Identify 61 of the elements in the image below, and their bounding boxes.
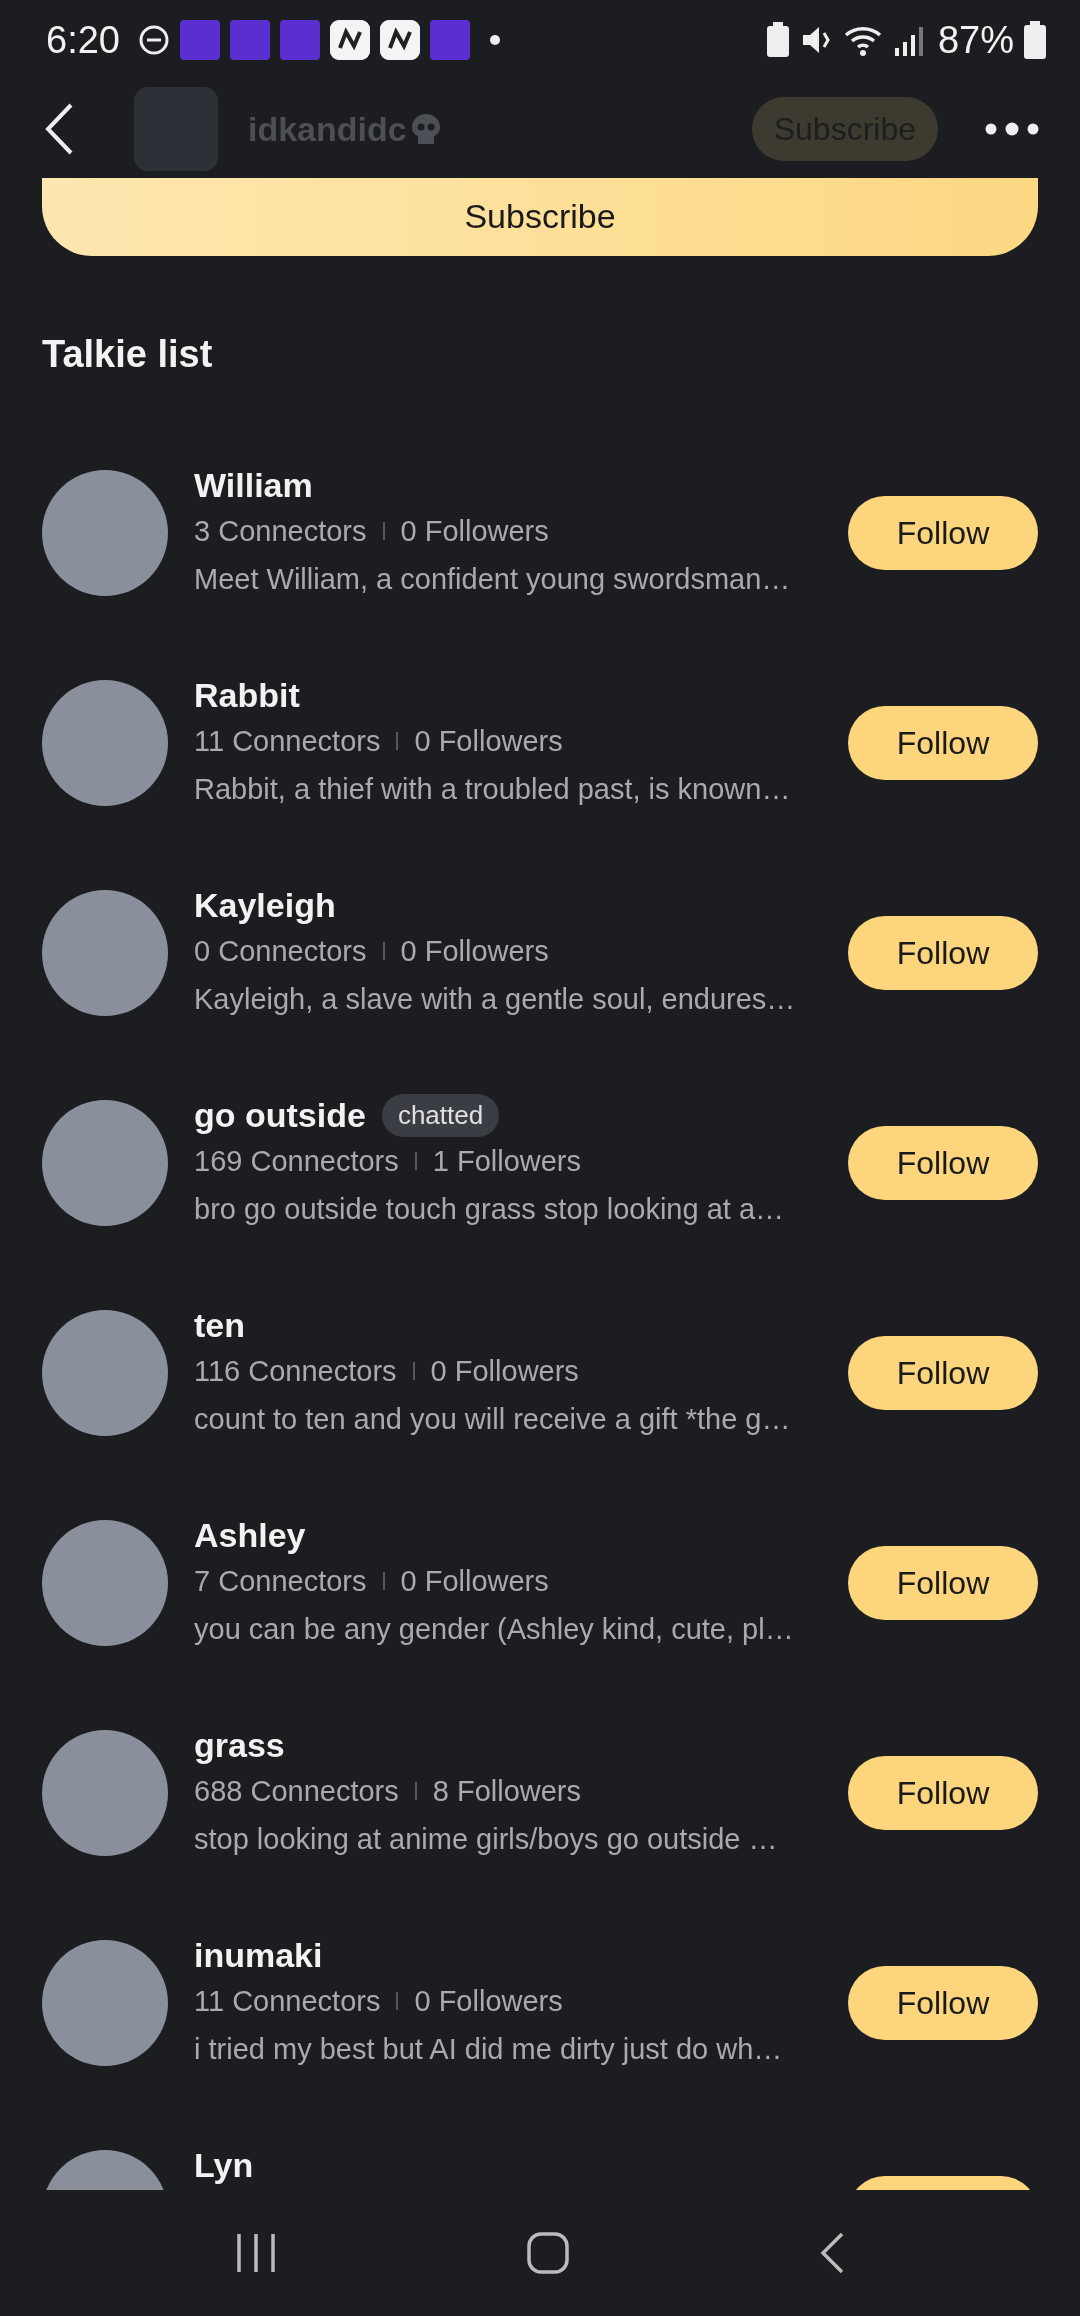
talkie-name[interactable]: inumaki (194, 1935, 323, 1975)
more-notifications-icon (489, 35, 500, 45)
talkie-name[interactable]: Kayleigh (194, 885, 336, 925)
app-notification-icon (379, 20, 420, 60)
back-icon[interactable] (819, 2232, 845, 2274)
talkie-description: you can be any gender (Ashley kind, cute, pl… (194, 1612, 795, 1647)
connectors-count: 7 Connectors (194, 1564, 367, 1598)
talkie-name[interactable]: Lyn (194, 2145, 254, 2185)
follow-button[interactable]: Follow (848, 1966, 1038, 2040)
app-notification-icon (279, 20, 320, 60)
followers-count: 1 Followers (432, 1144, 582, 1178)
battery-percentage: 87% (937, 18, 1014, 62)
follow-button[interactable]: Follow (848, 496, 1038, 570)
do-not-disturb-icon (137, 24, 170, 56)
talkie-name[interactable]: ten (194, 1305, 245, 1345)
followers-count: 0 Followers (400, 514, 549, 548)
talkie-description: bro go outside touch grass stop looking at a… (194, 1192, 786, 1227)
connectors-count: 688 Connectors (194, 1774, 399, 1808)
more-options-icon[interactable] (984, 122, 1040, 136)
home-icon[interactable] (527, 2232, 569, 2274)
subscribe-button[interactable]: Subscribe (42, 178, 1038, 256)
talkie-name[interactable]: Rabbit (194, 675, 300, 715)
talkie-description: stop looking at anime girls/boys go outside … (194, 1822, 779, 1857)
app-notification-icon (429, 20, 470, 60)
app-notification-icon (179, 20, 220, 60)
clock-time: 6:20 (46, 18, 120, 62)
followers-count: 0 Followers (400, 934, 549, 968)
followers-count: 0 Followers (414, 1984, 563, 2018)
followers-count: 0 Followers (430, 1354, 579, 1388)
talkie-name[interactable]: Ashley (194, 1515, 306, 1555)
follow-button[interactable]: Follow (848, 916, 1038, 990)
connectors-count: 11 Connectors (194, 724, 381, 758)
follow-button[interactable]: Follow (848, 1756, 1038, 1830)
talkie-description: count to ten and you will receive a gift *the g… (194, 1402, 792, 1437)
chatted-tag: chatted (381, 1093, 500, 1137)
connectors-count: 3 Connectors (194, 514, 367, 548)
follow-button[interactable]: Follow (848, 1546, 1038, 1620)
talkie-name[interactable]: grass (194, 1725, 285, 1765)
battery-icon (1024, 21, 1046, 59)
follow-button[interactable]: Follow (848, 1336, 1038, 1410)
recent-apps-icon[interactable] (235, 2232, 277, 2274)
connectors-count: 0 Connectors (194, 934, 367, 968)
talkie-description: Meet William, a confident young swordsman… (194, 562, 792, 597)
talkie-description: i tried my best but AI did me dirty just do wh… (194, 2032, 784, 2067)
skull-icon (410, 113, 441, 145)
followers-count: 0 Followers (400, 1564, 549, 1598)
talkie-name[interactable]: go outside (194, 1095, 366, 1135)
connectors-count: 116 Connectors (194, 1354, 397, 1388)
follow-button[interactable]: Follow (848, 1126, 1038, 1200)
talkie-name[interactable]: William (194, 465, 313, 505)
connectors-count: 11 Connectors (194, 1984, 381, 2018)
followers-count: 8 Followers (432, 1774, 582, 1808)
talkie-description: Rabbit, a thief with a troubled past, is known… (194, 772, 792, 807)
talkie-description: Kayleigh, a slave with a gentle soul, endures… (194, 982, 797, 1017)
app-notification-icon (329, 20, 370, 60)
follow-button[interactable]: Follow (848, 706, 1038, 780)
section-title: Talkie list (42, 332, 214, 377)
followers-count: 0 Followers (414, 724, 563, 758)
app-notification-icon (229, 20, 270, 60)
connectors-count: 169 Connectors (194, 1144, 399, 1178)
battery-saver-icon (765, 22, 790, 58)
